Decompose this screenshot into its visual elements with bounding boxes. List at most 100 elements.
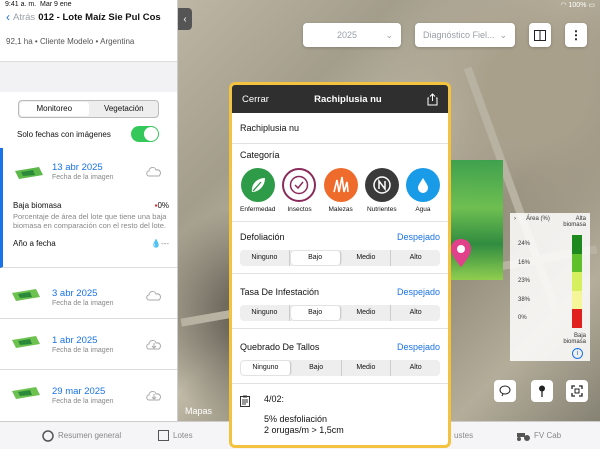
legend-swatch — [572, 253, 582, 272]
category-circle — [240, 168, 275, 202]
legend-row: 23% — [518, 272, 582, 291]
share-icon[interactable] — [427, 92, 438, 106]
fullscreen-button[interactable] — [566, 380, 588, 402]
info-icon[interactable]: i — [572, 348, 583, 359]
tab-summary[interactable]: Resumen general — [42, 429, 122, 442]
note-line-2: 2 orugas/m > 1,5cm — [264, 425, 344, 435]
wifi-icon: ◠ — [560, 2, 567, 9]
status-time: 9:41 a. m. — [5, 1, 37, 8]
back-label[interactable]: Atrás — [13, 12, 35, 23]
cloud-download-icon[interactable] — [145, 388, 163, 402]
tab-adjustments[interactable]: ustes — [454, 431, 473, 440]
segment-vegetacion[interactable]: Vegetación — [90, 101, 159, 117]
close-button[interactable]: Cerrar — [242, 94, 269, 105]
pest-name-section: Rachiplusia nu — [232, 113, 448, 144]
chevron-down-icon: ⌄ — [499, 29, 507, 40]
list-item[interactable]: 3 abr 2025 Fecha de la imagen — [0, 268, 177, 319]
option-ninguno[interactable]: Ninguno — [240, 250, 290, 266]
option-ninguno[interactable]: Ninguno — [240, 305, 290, 321]
battery-label: 100% — [568, 2, 587, 9]
observation-note[interactable]: 4/02: 5% desfoliación 2 orugas/m > 1,5cm — [232, 384, 448, 444]
mode-segmented-control[interactable]: Monitoreo Vegetación — [18, 100, 159, 118]
category-enfermedad[interactable]: Enfermedad — [240, 168, 275, 213]
severity-selector[interactable]: Ninguno Bajo Medio Alto — [240, 360, 440, 376]
more-options-button[interactable]: ⋮ — [565, 23, 587, 47]
drop-pin-button[interactable] — [531, 380, 553, 402]
option-medio[interactable]: Medio — [342, 360, 392, 376]
question-value[interactable]: Despejado — [397, 232, 440, 242]
chevron-left-icon: ‹ — [183, 13, 187, 25]
option-bajo[interactable]: Bajo — [290, 306, 341, 320]
option-medio[interactable]: Medio — [342, 305, 392, 321]
legend-swatch — [572, 290, 582, 309]
question-label: Quebrado De Tallos — [240, 342, 320, 352]
option-medio[interactable]: Medio — [342, 250, 392, 266]
segment-monitoreo[interactable]: Monitoreo — [20, 102, 89, 116]
category-label-enfermedad: Enfermedad — [240, 206, 276, 213]
category-label-malezas: Malezas — [328, 206, 353, 213]
category-circle — [405, 168, 440, 202]
option-bajo[interactable]: Bajo — [290, 251, 341, 265]
option-alto[interactable]: Alto — [391, 305, 440, 321]
collapse-panel-button[interactable]: ‹ — [178, 8, 192, 30]
option-alto[interactable]: Alto — [391, 360, 440, 376]
cloud-download-icon[interactable] — [145, 337, 163, 351]
tab-lots[interactable]: Lotes — [158, 430, 193, 441]
observation-modal: Cerrar Rachiplusia nu Rachiplusia nu Cat… — [229, 82, 451, 448]
tab-adjustments-label: ustes — [454, 431, 474, 440]
legend-swatch — [572, 272, 582, 291]
tab-fv-cab[interactable]: FV Cab — [516, 431, 561, 441]
category-label-agua: Agua — [415, 206, 431, 213]
legend-collapse-icon[interactable]: › — [514, 216, 516, 228]
list-item[interactable]: 13 abr 2025 Fecha de la imagen Baja biom… — [0, 148, 177, 268]
water-drop-icon: 💧 — [151, 239, 161, 248]
legend-swatch — [572, 235, 582, 254]
legend-high-label: Alta biomasa — [563, 216, 586, 228]
category-list: Enfermedad Insectos Malezas Nutrientes A… — [240, 168, 440, 213]
category-circle — [323, 168, 358, 202]
legend-percent: 16% — [518, 259, 531, 266]
legend-area-label: Área (%) — [526, 216, 550, 222]
chevron-down-icon: ⌄ — [385, 29, 393, 40]
option-ninguno[interactable]: Ninguno — [241, 361, 291, 375]
tab-summary-label: Resumen general — [58, 431, 122, 440]
split-view-button[interactable] — [529, 23, 551, 47]
legend-low-label: Baja biomasa — [563, 333, 586, 345]
category-circle — [364, 168, 399, 202]
images-only-toggle[interactable] — [131, 126, 159, 142]
clipboard-icon — [240, 395, 250, 407]
category-malezas[interactable]: Malezas — [323, 168, 358, 213]
severity-selector[interactable]: Ninguno Bajo Medio Alto — [240, 305, 440, 321]
biomass-value: 0% — [157, 201, 169, 210]
question-infestacion: Tasa De Infestación Despejado Ninguno Ba… — [232, 274, 448, 329]
year-dropdown[interactable]: 2025 ⌄ — [303, 23, 401, 47]
check-circle-icon — [290, 175, 309, 195]
lot-thumbnail — [12, 336, 40, 348]
legend-swatch — [572, 309, 582, 328]
legend-percent: 23% — [518, 278, 531, 285]
controls-area: Monitoreo Vegetación Solo fechas con imá… — [0, 92, 177, 148]
list-item[interactable]: 1 abr 2025 Fecha de la imagen — [0, 319, 177, 370]
question-value[interactable]: Despejado — [397, 287, 440, 297]
category-insectos[interactable]: Insectos — [282, 168, 317, 213]
note-date: 4/02: — [264, 394, 285, 404]
category-nutrientes[interactable]: Nutrientes — [364, 168, 399, 213]
lots-icon — [158, 430, 169, 441]
lot-subtitle: 92,1 ha • Cliente Modelo • Argentina — [6, 37, 135, 46]
category-section: Categoría Enfermedad Insectos Malezas Nu… — [232, 144, 448, 222]
severity-selector[interactable]: Ninguno Bajo Medio Alto — [240, 250, 440, 266]
back-nav[interactable]: ‹ Atrás 012 - Lote Maíz Sie Pul Cos — [6, 11, 171, 23]
legend-row: 24% — [518, 235, 582, 254]
lasso-tool-button[interactable] — [494, 380, 516, 402]
question-label: Defoliación — [240, 232, 285, 242]
diagnostic-dropdown[interactable]: Diagnóstico Fiel... ⌄ — [415, 23, 515, 47]
question-value[interactable]: Despejado — [397, 342, 440, 352]
list-item[interactable]: 29 mar 2025 Fecha de la imagen — [0, 370, 177, 421]
legend-row: 0% — [518, 309, 582, 328]
map-pin-icon[interactable] — [450, 238, 472, 268]
option-bajo[interactable]: Bajo — [292, 360, 342, 376]
category-agua[interactable]: Agua — [405, 168, 440, 213]
battery-icon: ▭ — [588, 2, 595, 9]
option-alto[interactable]: Alto — [391, 250, 440, 266]
filter-label: Solo fechas con imágenes — [17, 129, 111, 139]
